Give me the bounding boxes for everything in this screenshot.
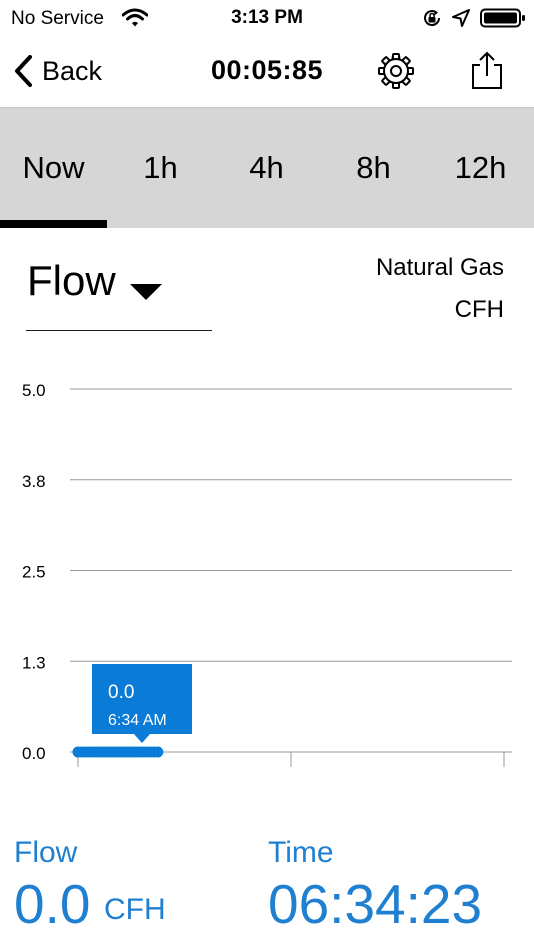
tab-1h[interactable]: 1h bbox=[107, 108, 214, 228]
dropdown-arrow-icon[interactable] bbox=[130, 284, 162, 300]
tab-8h[interactable]: 8h bbox=[320, 108, 427, 228]
gear-icon[interactable] bbox=[377, 52, 415, 90]
location-icon bbox=[452, 9, 470, 27]
measurement-label: Flow bbox=[27, 257, 116, 304]
time-caption: Time bbox=[268, 836, 334, 869]
unit-label: CFH bbox=[454, 296, 504, 323]
battery-icon bbox=[480, 8, 525, 28]
tab-now[interactable]: Now bbox=[0, 108, 107, 228]
range-tabs: Now 1h 4h 8h 12h bbox=[0, 108, 534, 228]
y-tick-label: 1.3 bbox=[22, 653, 46, 672]
measurement-dropdown[interactable]: Flow bbox=[26, 247, 212, 331]
y-tick-label: 5.0 bbox=[22, 381, 46, 400]
gas-type-label: Natural Gas bbox=[375, 254, 504, 281]
chart-tooltip: 0.0 6:34 AM bbox=[92, 664, 192, 743]
share-icon[interactable] bbox=[468, 50, 506, 90]
flow-value: 0.0 bbox=[14, 873, 91, 935]
y-tick-label: 2.5 bbox=[22, 563, 46, 582]
status-bar: No Service 3:13 PM bbox=[0, 0, 534, 36]
chevron-left-icon bbox=[15, 55, 32, 87]
tab-12h[interactable]: 12h bbox=[427, 108, 534, 228]
flow-chart[interactable]: 5.0 3.8 2.5 1.3 0.0 0.0 6:34 AM bbox=[0, 360, 534, 780]
data-point bbox=[152, 746, 164, 758]
y-tick-label: 0.0 bbox=[22, 744, 46, 763]
time-value: 06:34:23 bbox=[268, 873, 483, 935]
y-tick-label: 3.8 bbox=[22, 472, 46, 491]
tooltip-time: 6:34 AM bbox=[108, 712, 167, 729]
nav-bar: Back 00:05:85 bbox=[0, 36, 534, 108]
back-button[interactable]: Back bbox=[12, 51, 102, 91]
back-label: Back bbox=[42, 55, 103, 86]
flow-caption: Flow bbox=[14, 836, 78, 869]
orientation-lock-icon bbox=[424, 10, 441, 27]
tooltip-pointer bbox=[134, 734, 150, 743]
flow-unit: CFH bbox=[104, 893, 166, 926]
tooltip-value: 0.0 bbox=[108, 682, 134, 703]
tab-4h[interactable]: 4h bbox=[213, 108, 320, 228]
